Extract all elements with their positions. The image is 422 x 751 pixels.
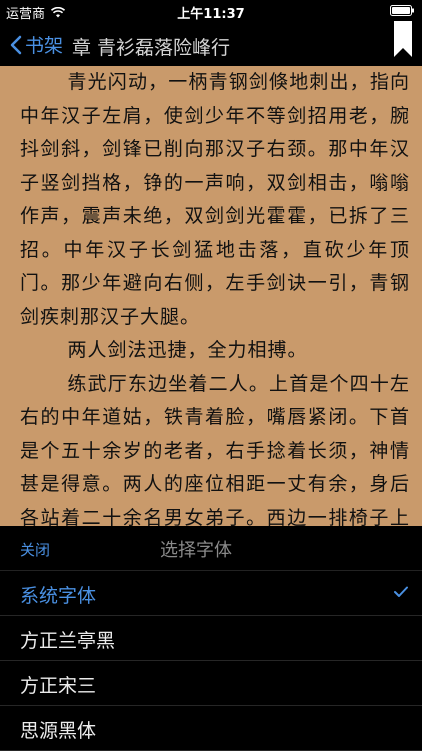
back-to-bookshelf-button[interactable]: 书架 bbox=[10, 31, 63, 58]
paragraph: 练武厅东边坐着二人。上首是个四十左右的中年道姑，铁青着脸，嘴唇紧闭。下首是个五十… bbox=[20, 372, 410, 527]
font-panel-header: 关闭 选择字体 bbox=[0, 526, 422, 571]
font-list: 系统字体 方正兰亭黑 方正宋三 思源黑体 bbox=[0, 571, 422, 751]
chevron-left-icon bbox=[10, 35, 22, 54]
font-option-fangzheng-lantinghei[interactable]: 方正兰亭黑 bbox=[0, 616, 422, 661]
back-label: 书架 bbox=[25, 35, 64, 57]
font-option-fangzheng-song3[interactable]: 方正宋三 bbox=[0, 661, 422, 706]
font-option-label: 系统字体 bbox=[20, 585, 97, 607]
font-option-label: 方正兰亭黑 bbox=[20, 630, 116, 652]
font-panel-title: 选择字体 bbox=[160, 540, 232, 561]
status-bar: 运营商 上午11:37 bbox=[0, 0, 422, 22]
paragraph: 两人剑法迅捷，全力相搏。 bbox=[67, 339, 308, 361]
font-option-source-han-sans[interactable]: 思源黑体 bbox=[0, 706, 422, 751]
chapter-title: 章 青衫磊落险峰行 bbox=[72, 37, 231, 59]
status-time: 上午11:37 bbox=[177, 7, 245, 22]
reader-text: 青光闪动，一柄青钢剑倏地刺出，指向中年汉子左肩，使剑少年不等剑招用老，腕抖剑斜，… bbox=[20, 66, 410, 526]
font-option-label: 方正宋三 bbox=[20, 675, 97, 697]
font-option-label: 思源黑体 bbox=[20, 720, 97, 742]
bookmark-icon[interactable] bbox=[394, 21, 412, 57]
checkmark-icon bbox=[394, 586, 408, 597]
font-picker-panel: 关闭 选择字体 系统字体 方正兰亭黑 方正宋三 思源黑体 bbox=[0, 526, 422, 751]
font-option-system[interactable]: 系统字体 bbox=[0, 571, 422, 616]
paragraph: 青光闪动，一柄青钢剑倏地刺出，指向中年汉子左肩，使剑少年不等剑招用老，腕抖剑斜，… bbox=[20, 71, 410, 328]
battery-icon bbox=[390, 5, 414, 16]
nav-bar: 书架 章 青衫磊落险峰行 bbox=[0, 21, 422, 66]
close-button[interactable]: 关闭 bbox=[20, 539, 50, 560]
